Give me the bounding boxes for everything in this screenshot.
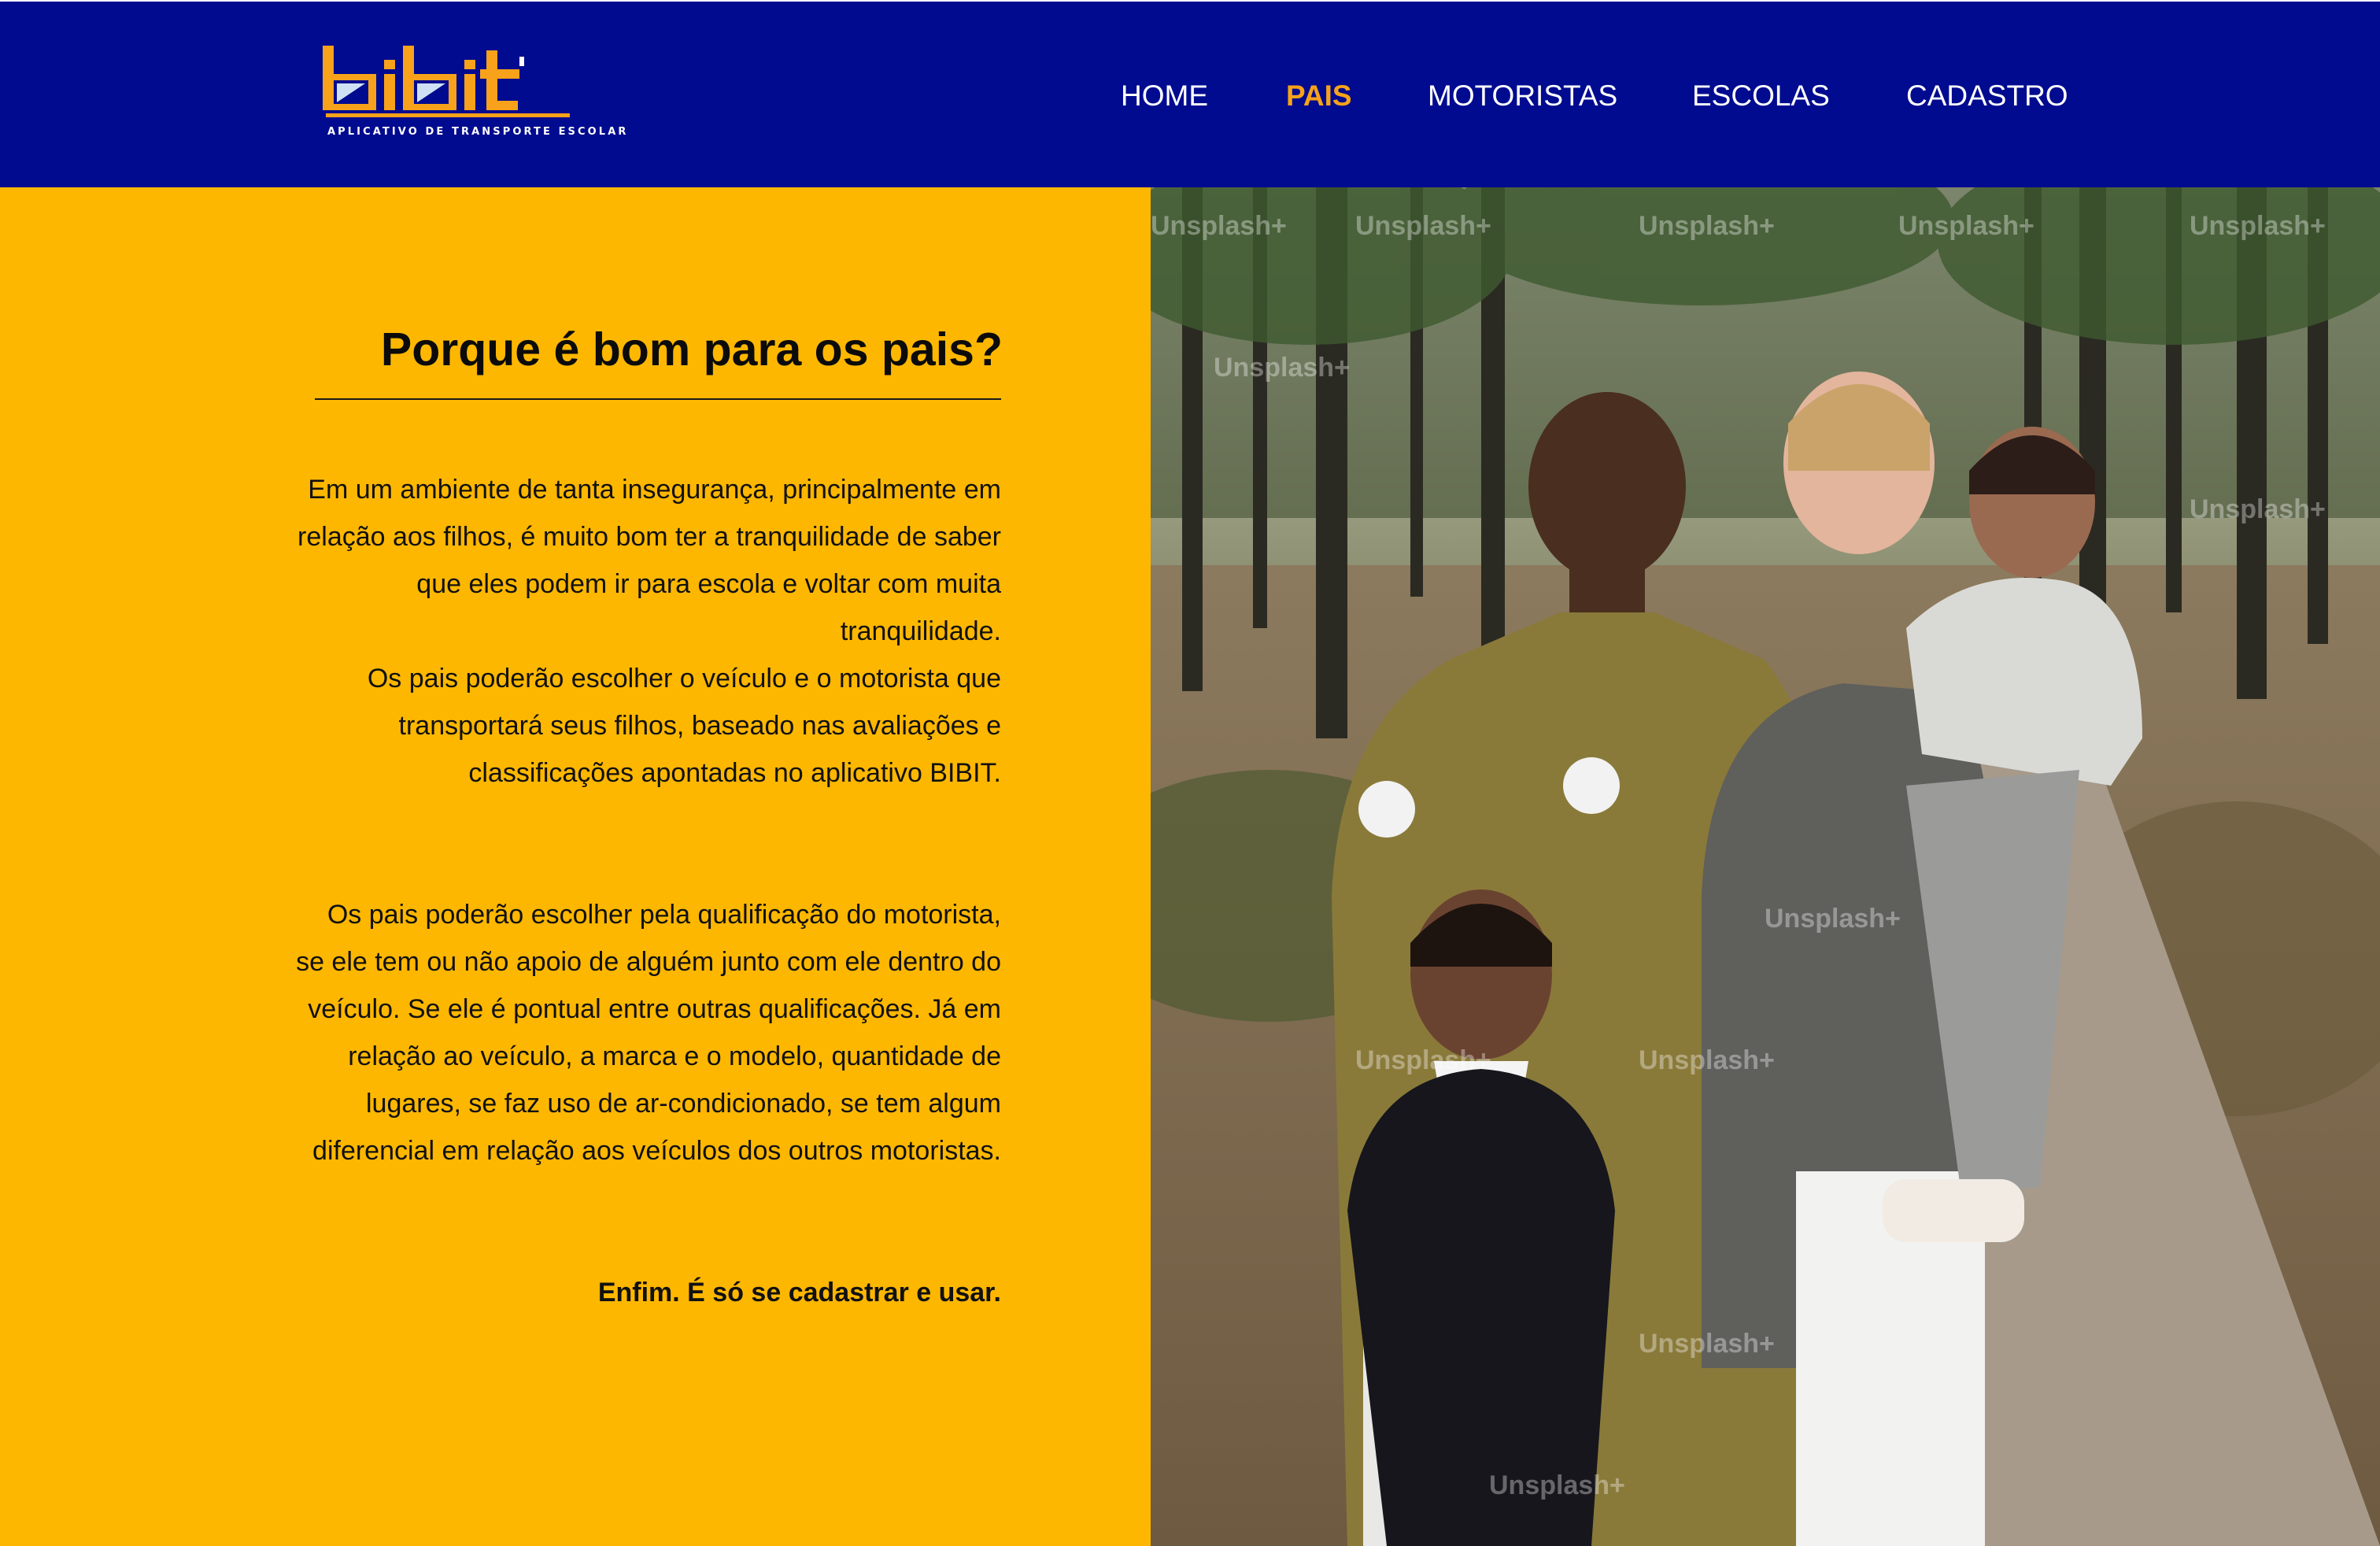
watermark-10: Unsplash+ bbox=[1639, 1045, 1775, 1075]
family-photo-illustration: Unsplash+ Unsplash+ Unsplash+ Unsplash+ … bbox=[1151, 187, 2380, 1546]
content-panel: Porque é bom para os pais? Em um ambient… bbox=[0, 187, 1151, 1546]
watermark-2: Unsplash+ bbox=[1355, 211, 1491, 241]
page: APLICATIVO DE TRANSPORTE ESCOLAR HOME PA… bbox=[0, 0, 2380, 1546]
watermark-12: Unsplash+ bbox=[1489, 1470, 1625, 1500]
bibit-logo[interactable]: APLICATIVO DE TRANSPORTE ESCOLAR bbox=[318, 46, 626, 148]
watermark-8: Unsplash+ bbox=[1765, 904, 1901, 934]
nav-pais[interactable]: PAIS bbox=[1286, 77, 1352, 115]
nav-home[interactable]: HOME bbox=[1121, 77, 1208, 115]
watermark-6: Unsplash+ bbox=[1214, 353, 1350, 383]
paragraph-call-to-action: Enfim. É só se cadastrar e usar. bbox=[597, 1278, 1001, 1307]
logo-mark bbox=[323, 46, 570, 117]
nav-escolas[interactable]: ESCOLAS bbox=[1692, 77, 1830, 115]
site-header: APLICATIVO DE TRANSPORTE ESCOLAR HOME PA… bbox=[0, 0, 2380, 187]
family-photo: Unsplash+ Unsplash+ Unsplash+ Unsplash+ … bbox=[1151, 187, 2380, 1546]
logo-tagline: APLICATIVO DE TRANSPORTE ESCOLAR bbox=[327, 126, 629, 138]
watermark-9: Unsplash+ bbox=[1355, 1045, 1491, 1075]
watermark-1: Unsplash+ bbox=[1151, 211, 1287, 241]
nav-cadastro[interactable]: CADASTRO bbox=[1906, 77, 2068, 115]
page-title: Porque é bom para os pais? bbox=[380, 324, 1003, 375]
watermark-3: Unsplash+ bbox=[1639, 211, 1775, 241]
watermark-5: Unsplash+ bbox=[2190, 211, 2326, 241]
nav-motoristas[interactable]: MOTORISTAS bbox=[1428, 77, 1617, 115]
paragraph-choose-vehicle: Os pais poderão escolher o veículo e o m… bbox=[367, 664, 1001, 788]
paragraph-qualifications: Os pais poderão escolher pela qualificaç… bbox=[296, 900, 1001, 1166]
watermark-11: Unsplash+ bbox=[1639, 1329, 1775, 1359]
paragraph-safety: Em um ambiente de tanta insegurança, pri… bbox=[298, 475, 1001, 646]
watermark-7: Unsplash+ bbox=[2190, 494, 2326, 524]
title-divider bbox=[315, 398, 1001, 400]
watermark-4: Unsplash+ bbox=[1898, 211, 2034, 241]
